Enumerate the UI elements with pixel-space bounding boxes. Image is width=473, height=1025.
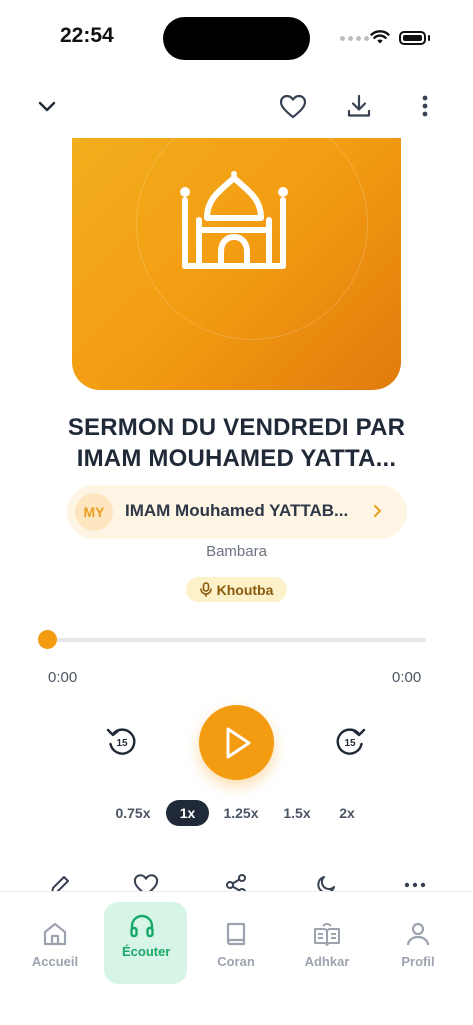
open-book-icon [314, 923, 340, 946]
forward-button[interactable]: 15 [332, 724, 368, 760]
speed-option[interactable]: 1.5x [277, 800, 317, 826]
home-icon [43, 922, 67, 946]
more-horizontal-icon [404, 882, 426, 888]
microphone-icon [199, 582, 212, 597]
tab-adhkar[interactable]: Adhkar [280, 892, 374, 969]
status-time: 22:54 [60, 24, 114, 47]
rewind-seconds: 15 [116, 738, 128, 749]
favorite-button[interactable] [276, 90, 310, 122]
tab-bar: Accueil Écouter Coran Adhkar Profil [0, 891, 473, 1025]
wifi-icon [370, 30, 390, 44]
current-time: 0:00 [48, 669, 78, 686]
book-icon [226, 922, 246, 946]
total-time: 0:00 [392, 669, 422, 686]
track-title-line-2: IMAM MOUHAMED YATTA... [76, 445, 397, 472]
author-name: IMAM Mouhamed YATTAB... [125, 501, 349, 520]
avatar: MY [75, 493, 113, 531]
tab-accueil[interactable]: Accueil [8, 892, 102, 969]
tab-label: Écouter [122, 944, 171, 959]
tab-ecouter[interactable]: Écouter [95, 892, 189, 984]
actions-row [0, 866, 473, 897]
forward-seconds: 15 [344, 738, 356, 749]
tab-label: Accueil [31, 954, 79, 969]
signal-icon [340, 36, 369, 41]
play-icon [226, 727, 250, 758]
tab-label: Coran [217, 954, 255, 969]
tab-label: Profil [401, 954, 435, 969]
chevron-right-icon [374, 505, 381, 517]
tab-profil[interactable]: Profil [371, 892, 465, 969]
tab-label: Adhkar [304, 954, 350, 969]
category-label: Khoutba [216, 581, 274, 598]
track-title-line-1: SERMON DU VENDREDI PAR [67, 414, 406, 441]
play-button[interactable] [199, 705, 274, 780]
battery-icon [399, 31, 426, 45]
language-label: Bambara [206, 543, 267, 560]
mosque-icon [180, 171, 288, 269]
speed-selector: 0.75x 1x 1.25x 1.5x 2x [0, 800, 473, 826]
speed-option[interactable]: 0.75x [110, 800, 156, 826]
more-vertical-icon [422, 95, 428, 117]
user-icon [406, 922, 430, 946]
speed-option[interactable]: 1.25x [217, 800, 265, 826]
album-artwork [72, 138, 401, 390]
heart-icon [279, 94, 307, 118]
tab-coran[interactable]: Coran [189, 892, 283, 969]
download-button[interactable] [342, 90, 376, 122]
dynamic-island [163, 17, 310, 60]
author-button[interactable]: MY IMAM Mouhamed YATTAB... [67, 485, 407, 539]
download-icon [347, 94, 371, 117]
collapse-button[interactable] [32, 92, 62, 120]
rewind-button[interactable]: 15 [104, 724, 140, 760]
progress-track[interactable] [47, 638, 426, 642]
status-bar: 22:54 [0, 0, 473, 78]
speed-option[interactable]: 2x [330, 800, 364, 826]
progress-thumb[interactable] [38, 630, 57, 649]
chevron-down-icon [38, 101, 56, 111]
track-title: SERMON DU VENDREDI PAR IMAM MOUHAMED YAT… [40, 412, 433, 474]
more-options-button[interactable] [412, 92, 438, 120]
forward-15-icon: 15 [336, 728, 366, 755]
headphones-icon [130, 914, 154, 938]
speed-option-selected[interactable]: 1x [166, 800, 209, 826]
category-badge: Khoutba [186, 577, 287, 602]
rewind-15-icon: 15 [106, 728, 136, 755]
